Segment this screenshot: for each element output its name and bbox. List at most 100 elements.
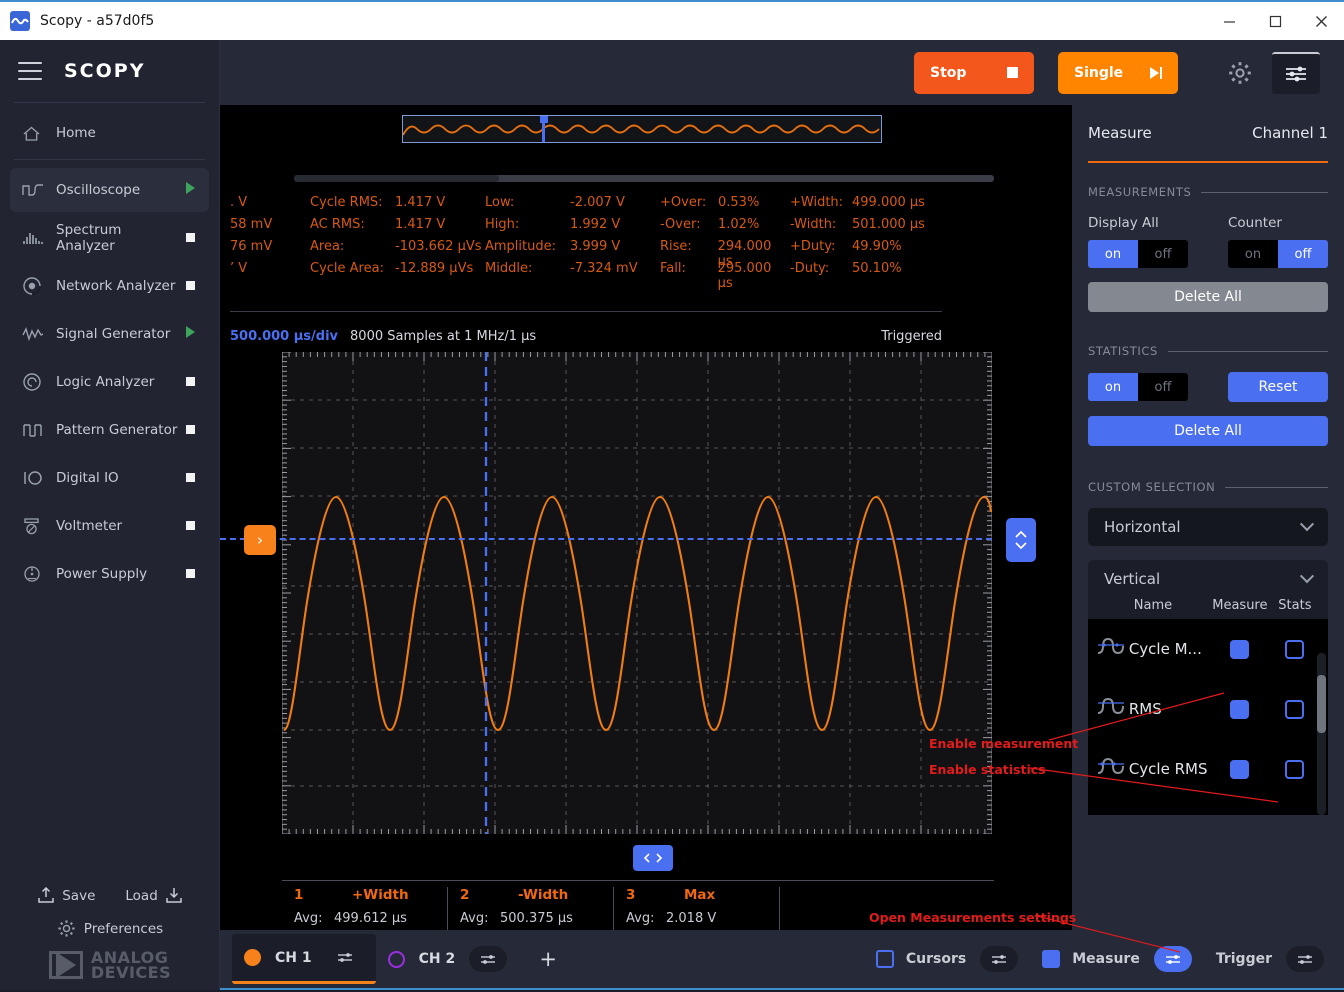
cursors-checkbox[interactable] [875, 950, 894, 968]
sidebar-item-pattern-generator-status [183, 422, 197, 438]
rms-icon [1096, 697, 1129, 721]
single-button[interactable]: Single [1058, 51, 1178, 94]
statistics-toggle[interactable]: on off [1088, 373, 1188, 401]
measure-checkbox[interactable] [1230, 639, 1250, 659]
time-cursor-handle[interactable] [633, 845, 673, 871]
vertical-cursor-handle[interactable] [1006, 518, 1036, 562]
measurement-cell: -Duty: 50.10% [790, 261, 902, 291]
avg-label: Avg: [294, 911, 323, 926]
display-all-toggle[interactable]: on off [1088, 240, 1188, 268]
sidebar-item-spectrum-analyzer[interactable]: Spectrum Analyzer [10, 216, 209, 260]
maximize-button[interactable] [1252, 2, 1298, 41]
waveform-overview-strip[interactable] [402, 115, 882, 143]
channel-tab-ch1[interactable]: CH 1 [232, 934, 376, 984]
horizontal-measurements-dropdown[interactable]: Horizontal [1088, 508, 1328, 546]
sidebar-item-logic-analyzer-label: Logic Analyzer [56, 374, 155, 390]
measurement-row: 58 mV AC RMS: 1.417 V High: 1.992 V -Ove… [230, 217, 925, 232]
measurement-list-item[interactable]: AC RMS [1088, 799, 1328, 815]
sidebar-item-voltmeter[interactable]: Voltmeter [10, 504, 209, 548]
sidebar-item-logic-analyzer[interactable]: Logic Analyzer [10, 360, 209, 404]
stats-checkbox-cell [1270, 699, 1320, 719]
overview-trigger-marker[interactable] [539, 116, 548, 142]
minimize-button[interactable] [1206, 2, 1252, 41]
measure-settings-button[interactable] [1153, 946, 1192, 972]
sidebar-item-oscilloscope[interactable]: Oscilloscope [10, 168, 209, 212]
sidebar-item-home[interactable]: Home [10, 111, 209, 155]
chevron-updown-icon [1015, 530, 1027, 550]
horizontal-scrollbar-thumb[interactable] [294, 175, 499, 182]
sidebar-item-network-analyzer-label: Network Analyzer [56, 278, 176, 294]
delete-all-statistics-button[interactable]: Delete All [1088, 416, 1328, 446]
stats-checkbox[interactable] [1285, 639, 1305, 659]
save-upload-icon [38, 887, 54, 903]
preferences-button[interactable]: Preferences [0, 919, 220, 938]
close-button[interactable] [1298, 2, 1344, 41]
measurement-value: -7.324 mV [570, 261, 638, 276]
save-button[interactable]: Save [36, 887, 95, 905]
measure-checkbox-cell [1210, 639, 1270, 659]
ch1-label: CH 1 [275, 949, 312, 966]
save-load-row: Save Load [0, 887, 220, 905]
delete-all-measurements-button[interactable]: Delete All [1088, 282, 1328, 312]
panel-settings-button[interactable] [1272, 51, 1320, 94]
cursors-settings-button[interactable] [980, 946, 1019, 972]
counter-off-option[interactable]: off [1278, 240, 1328, 268]
ch1-settings-button[interactable] [325, 944, 364, 971]
add-channel-button[interactable]: + [533, 944, 563, 974]
counter-toggle[interactable]: on off [1228, 240, 1328, 268]
cursors-label: Cursors [905, 951, 967, 967]
counter-on-option[interactable]: on [1228, 240, 1278, 268]
sidebar-item-spectrum-analyzer-status [183, 230, 197, 246]
sidebar-item-digital-io[interactable]: Digital IO [10, 456, 209, 500]
stop-button[interactable]: Stop [914, 51, 1034, 94]
measurement-list-scrollbar[interactable] [1317, 653, 1326, 815]
measurement-readouts: . V Cycle RMS: 1.417 V Low: -2.007 V +Ov… [230, 195, 945, 305]
ch2-settings-button[interactable] [469, 946, 508, 972]
signal-generator-icon [22, 323, 48, 345]
measurement-list-item[interactable]: RMS [1088, 679, 1328, 739]
column-measure-header: Measure [1212, 598, 1268, 613]
measurement-list-item[interactable]: Cycle M... [1088, 619, 1328, 679]
horizontal-scrollbar[interactable] [294, 175, 994, 182]
display-all-off-option[interactable]: off [1138, 240, 1188, 268]
measure-checkbox[interactable] [1230, 759, 1250, 779]
measurement-list-scrollbar-thumb[interactable] [1317, 675, 1326, 733]
reset-statistics-button[interactable]: Reset [1228, 372, 1328, 402]
statistics-off-option[interactable]: off [1138, 373, 1188, 401]
sidebar-item-signal-generator[interactable]: Signal Generator [10, 312, 209, 356]
vertical-measurements-dropdown[interactable]: Vertical [1088, 560, 1328, 598]
trigger-settings-button[interactable] [1286, 946, 1324, 972]
measurement-key: Fall: [660, 261, 686, 276]
sidebar-divider-top [14, 102, 205, 103]
measurement-value: . V [230, 195, 248, 210]
stats-checkbox[interactable] [1285, 699, 1305, 719]
load-button[interactable]: Load [125, 887, 183, 905]
measure-checkbox[interactable] [1230, 699, 1250, 719]
measure-panel-accent-line [1088, 161, 1328, 163]
display-all-on-option[interactable]: on [1088, 240, 1138, 268]
statistics-avg: Avg: 499.612 µs [294, 908, 447, 929]
sidebar-item-pattern-generator[interactable]: Pattern Generator [10, 408, 209, 452]
measurement-cell: . V [230, 195, 310, 210]
sidebar-item-network-analyzer[interactable]: Network Analyzer [10, 264, 209, 308]
measure-checkbox-cell [1210, 759, 1270, 779]
general-settings-button[interactable] [1224, 57, 1256, 89]
statistics-on-option[interactable]: on [1088, 373, 1138, 401]
measurement-list-item[interactable]: Cycle RMS [1088, 739, 1328, 799]
measurement-list[interactable]: Cycle M... RMS Cycle RMS [1088, 619, 1328, 815]
channel-tab-ch2[interactable]: CH 2 [376, 934, 520, 984]
measure-checkbox[interactable] [1042, 950, 1061, 968]
sidebar-item-logic-analyzer-status [183, 374, 197, 390]
waveform-plot[interactable]: › [220, 352, 1036, 834]
sidebar-item-voltmeter-label: Voltmeter [56, 518, 123, 534]
measurement-cell: -Over: 1.02% [660, 217, 790, 232]
stats-checkbox[interactable] [1285, 759, 1305, 779]
preferences-label: Preferences [83, 920, 164, 937]
cycle-rms-icon [1096, 757, 1129, 781]
statistics-section-header: STATISTICS [1088, 344, 1328, 358]
hamburger-menu-icon[interactable] [18, 62, 42, 80]
measurement-key: -Duty: [790, 261, 830, 276]
channel-offset-handle[interactable]: › [244, 525, 276, 555]
sidebar-item-voltmeter-status [183, 518, 197, 534]
sidebar-item-power-supply[interactable]: Power Supply [10, 552, 209, 596]
